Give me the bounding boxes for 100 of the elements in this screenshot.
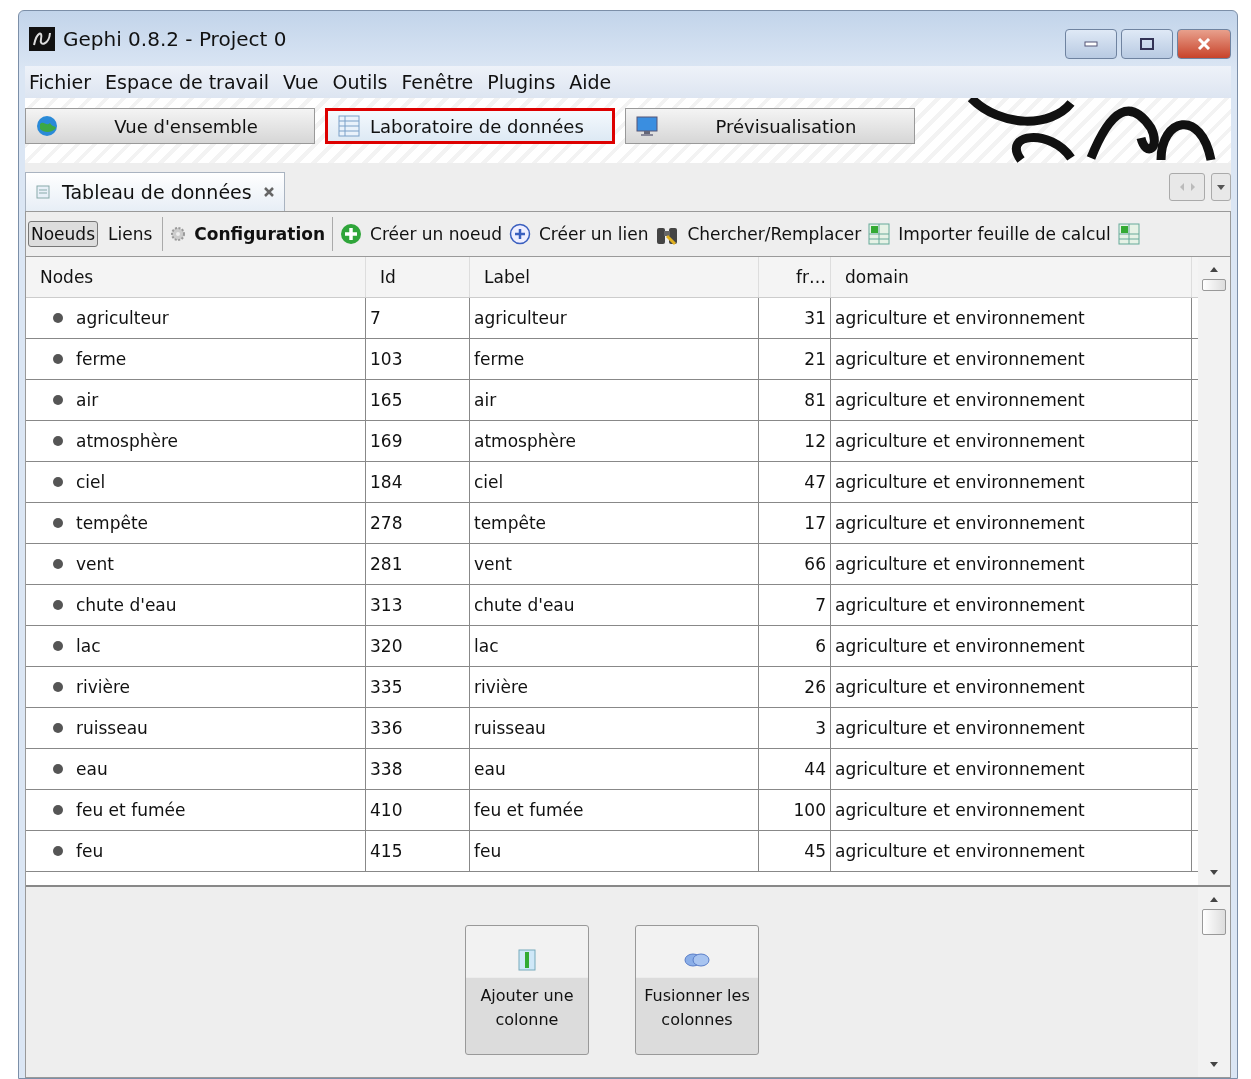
table-cell: ruisseau	[470, 708, 759, 748]
table-cell: 313	[366, 585, 470, 625]
table-cell: ruisseau	[76, 718, 148, 738]
toolbar-button[interactable]: Chercher/Remplacer	[655, 222, 862, 246]
dropdown-button[interactable]	[1211, 173, 1231, 201]
table-cell: agriculteur	[76, 308, 169, 328]
close-icon[interactable]	[263, 187, 274, 197]
document-tab[interactable]: Tableau de données	[25, 172, 285, 211]
down-arrow-icon	[1209, 1061, 1219, 1069]
table-cell: 81	[759, 380, 831, 420]
plus-icon	[509, 223, 531, 245]
column-header[interactable]: Nodes	[26, 257, 366, 297]
menu-item[interactable]: Espace de travail	[105, 71, 269, 93]
column-header[interactable]: fr…	[759, 257, 831, 297]
node-icon	[52, 558, 64, 570]
column-tool-button[interactable]: Ajouter une colonne	[465, 925, 589, 1055]
menu-item[interactable]: Fenêtre	[401, 71, 474, 93]
table-cell: air	[76, 390, 99, 410]
down-arrow-icon	[1209, 869, 1219, 877]
minimize-icon	[1084, 41, 1098, 47]
table-cell: agriculture et environnement	[831, 462, 1192, 502]
column-tool-button[interactable]: Fusionner les colonnes	[635, 925, 759, 1055]
node-icon	[52, 804, 64, 816]
toolbar-button[interactable]: Configuration	[170, 224, 326, 244]
table-cell: 184	[366, 462, 470, 502]
table-cell: ferme	[470, 339, 759, 379]
table-cell: eau	[470, 749, 759, 789]
scroll-thumb[interactable]	[1202, 909, 1226, 935]
table-cell: agriculture et environnement	[831, 585, 1192, 625]
table-cell: chute d'eau	[76, 595, 177, 615]
table-cell: 410	[366, 790, 470, 830]
table-cell: 415	[366, 831, 470, 871]
node-icon	[52, 845, 64, 857]
window-title: Gephi 0.8.2 - Project 0	[63, 26, 288, 51]
toolbar-button[interactable]: Importer feuille de calcul	[868, 223, 1111, 245]
add-icon	[340, 223, 363, 245]
view-toggle[interactable]: Noeuds	[28, 221, 98, 247]
table-cell: atmosphère	[76, 431, 178, 451]
table-cell: agriculture et environnement	[831, 790, 1192, 830]
workspace-tab[interactable]: Vue d'ensemble	[25, 108, 315, 144]
node-icon	[52, 722, 64, 734]
menu-item[interactable]: Fichier	[29, 71, 92, 93]
column-header[interactable]: Label	[470, 257, 759, 297]
table-cell: chute d'eau	[470, 585, 759, 625]
table-cell: 281	[366, 544, 470, 584]
scrollbar[interactable]	[1198, 257, 1230, 885]
menu-item[interactable]: Outils	[332, 71, 388, 93]
scroll-tabs-button[interactable]	[1169, 173, 1205, 201]
scrollbar[interactable]	[1198, 887, 1230, 1077]
table-cell: ciel	[470, 462, 759, 502]
table-cell: 31	[759, 298, 831, 338]
table-cell: 335	[366, 667, 470, 707]
table-cell: agriculteur	[470, 298, 759, 338]
table-cell: agriculture et environnement	[831, 749, 1192, 789]
table-cell: 26	[759, 667, 831, 707]
maximize-icon	[1140, 38, 1154, 50]
table-cell: 278	[366, 503, 470, 543]
table-cell: 103	[366, 339, 470, 379]
table-cell: 165	[366, 380, 470, 420]
workspace-tab[interactable]: Laboratoire de données	[325, 108, 615, 144]
table-cell: lac	[76, 636, 101, 656]
scroll-thumb[interactable]	[1202, 279, 1226, 291]
table-cell: air	[470, 380, 759, 420]
table-cell: rivière	[470, 667, 759, 707]
table-cell: vent	[470, 544, 759, 584]
table-cell: vent	[76, 554, 114, 574]
table-cell: atmosphère	[470, 421, 759, 461]
column-header[interactable]: domain	[831, 257, 1192, 297]
menu-item[interactable]: Vue	[283, 71, 319, 93]
table-cell: agriculture et environnement	[831, 667, 1192, 707]
globe-icon	[36, 115, 58, 137]
table-cell: 169	[366, 421, 470, 461]
spreadsheet-icon[interactable]	[1117, 223, 1140, 245]
table-cell: 45	[759, 831, 831, 871]
table-icon	[338, 115, 360, 137]
table-cell: 7	[759, 585, 831, 625]
monitor-icon	[636, 115, 658, 137]
table-cell: eau	[76, 759, 108, 779]
column-icon	[515, 948, 539, 972]
up-arrow-icon	[1209, 895, 1219, 903]
table-cell: 17	[759, 503, 831, 543]
table-cell: 6	[759, 626, 831, 666]
gear-icon	[170, 226, 187, 242]
table-cell: 336	[366, 708, 470, 748]
menu-item[interactable]: Plugins	[487, 71, 556, 93]
workspace-tab[interactable]: Prévisualisation	[625, 108, 915, 144]
maximize-button[interactable]	[1121, 29, 1173, 59]
node-icon	[52, 476, 64, 488]
column-header[interactable]: Id	[366, 257, 470, 297]
close-button[interactable]	[1177, 29, 1231, 59]
menu-item[interactable]: Aide	[569, 71, 612, 93]
toolbar-button[interactable]: Créer un noeud	[340, 223, 502, 245]
close-icon	[1197, 38, 1211, 50]
view-toggle[interactable]: Liens	[105, 221, 156, 247]
table-cell: feu et fumée	[76, 800, 186, 820]
node-icon	[52, 435, 64, 447]
table-cell: agriculture et environnement	[831, 626, 1192, 666]
toolbar-button[interactable]: Créer un lien	[509, 223, 649, 245]
table-cell: 66	[759, 544, 831, 584]
table-cell: feu et fumée	[470, 790, 759, 830]
